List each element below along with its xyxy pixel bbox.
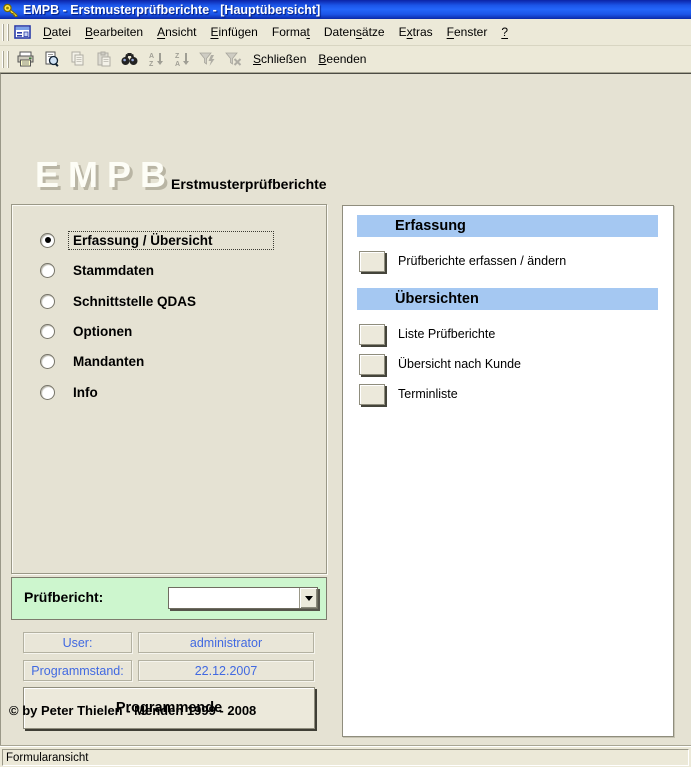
- window-title: EMPB - Erstmusterprüfberichte - [Hauptüb…: [23, 2, 321, 17]
- section-header-erfassung: Erfassung: [357, 215, 658, 237]
- menu-item-format[interactable]: Format: [265, 22, 317, 42]
- action-row-bersicht-nach-kunde: Übersicht nach Kunde: [359, 352, 521, 376]
- quit-button[interactable]: Beenden: [313, 49, 371, 69]
- radio-button[interactable]: [40, 323, 55, 339]
- action-label: Übersicht nach Kunde: [398, 357, 521, 371]
- form-view-icon[interactable]: [14, 24, 32, 40]
- info-label: User:: [23, 632, 132, 653]
- nav-option-stammdaten[interactable]: Stammdaten: [40, 259, 159, 281]
- sort-ascending-icon: A Z: [143, 47, 168, 71]
- pruefbericht-combobox[interactable]: [168, 587, 318, 609]
- status-text: Formularansicht: [2, 749, 689, 766]
- find-icon[interactable]: [117, 47, 142, 71]
- toolbar-grip-handle[interactable]: [2, 50, 9, 68]
- info-row-programmstand: Programmstand: 22.12.2007: [1, 660, 337, 681]
- main-form: EMPB Erstmusterprüfberichte Erfassung / …: [0, 73, 691, 746]
- action-row-liste-pr-fberichte: Liste Prüfberichte: [359, 322, 495, 346]
- action-button-pr-fberichte-erfassen-ndern[interactable]: [359, 250, 385, 272]
- menu-item-ansicht[interactable]: Ansicht: [150, 22, 203, 42]
- action-row-pr-fberichte-erfassen-ndern: Prüfberichte erfassen / ändern: [359, 249, 566, 273]
- svg-text:Z: Z: [149, 61, 154, 67]
- actions-panel: Erfassung Prüfberichte erfassen / ändern Ü…: [342, 205, 674, 737]
- svg-text:Z: Z: [175, 53, 180, 60]
- nav-option-erfassung-bersicht[interactable]: Erfassung / Übersicht: [40, 229, 274, 251]
- nav-option-label[interactable]: Mandanten: [68, 352, 149, 371]
- menu-item-fenster[interactable]: Fenster: [440, 22, 495, 42]
- print-preview-icon[interactable]: [39, 47, 64, 71]
- info-value: administrator: [138, 632, 314, 653]
- svg-text:A: A: [175, 61, 180, 67]
- radio-button[interactable]: [40, 232, 55, 248]
- key-icon: [3, 3, 19, 17]
- menu-item-help[interactable]: ?: [494, 22, 515, 42]
- action-button-liste-pr-fberichte[interactable]: [359, 323, 385, 345]
- nav-option-label[interactable]: Erfassung / Übersicht: [68, 230, 274, 250]
- action-button-terminliste[interactable]: [359, 383, 385, 405]
- nav-option-label[interactable]: Schnittstelle QDAS: [68, 292, 201, 311]
- pruefbericht-label: Prüfbericht:: [24, 589, 104, 605]
- navigation-panel: Erfassung / Übersicht Stammdaten Schnittst…: [11, 204, 327, 574]
- remove-filter-icon: [221, 47, 246, 71]
- nav-option-label[interactable]: Stammdaten: [68, 261, 159, 280]
- radio-button[interactable]: [40, 384, 55, 400]
- info-row-user: User: administrator: [1, 632, 337, 653]
- pruefbericht-combo-value[interactable]: [169, 588, 299, 608]
- close-button[interactable]: Schließen: [248, 49, 311, 69]
- nav-option-info[interactable]: Info: [40, 381, 103, 403]
- copy-icon: [65, 47, 90, 71]
- app-subtitle: Erstmusterprüfberichte: [171, 176, 327, 192]
- sort-descending-icon: Z A: [169, 47, 194, 71]
- nav-option-mandanten[interactable]: Mandanten: [40, 350, 149, 372]
- title-bar: EMPB - Erstmusterprüfberichte - [Hauptüb…: [0, 0, 691, 19]
- action-button-bersicht-nach-kunde[interactable]: [359, 353, 385, 375]
- menu-item-datens-tze[interactable]: Datensätze: [317, 22, 392, 42]
- menu-bar: Datei Bearbeiten Ansicht Einfügen Format Date…: [0, 19, 691, 46]
- status-bar: Formularansicht: [0, 746, 691, 767]
- combo-dropdown-button[interactable]: [299, 588, 317, 608]
- print-icon[interactable]: [13, 47, 38, 71]
- menu-item-einf-gen[interactable]: Einfügen: [203, 22, 264, 42]
- info-label: Programmstand:: [23, 660, 132, 681]
- radio-button[interactable]: [40, 293, 55, 309]
- filter-by-selection-icon: [195, 47, 220, 71]
- section-header-bersichten: Übersichten: [357, 288, 658, 310]
- radio-button[interactable]: [40, 262, 55, 278]
- paste-icon: [91, 47, 116, 71]
- action-label: Prüfberichte erfassen / ändern: [398, 254, 567, 268]
- nav-option-optionen[interactable]: Optionen: [40, 320, 137, 342]
- menu-item-extras[interactable]: Extras: [392, 22, 440, 42]
- pruefbericht-panel: Prüfbericht:: [11, 577, 327, 620]
- nav-option-label[interactable]: Optionen: [68, 322, 137, 341]
- info-value: 22.12.2007: [138, 660, 314, 681]
- action-label: Liste Prüfberichte: [398, 327, 496, 341]
- menubar-grip-handle[interactable]: [2, 23, 9, 41]
- toolbar: A Z Z A Schließen Beenden: [0, 46, 691, 73]
- nav-option-label[interactable]: Info: [68, 383, 103, 402]
- copyright-text: © by Peter Thielen - Menden 1999 - 2008: [9, 703, 257, 718]
- radio-button[interactable]: [40, 353, 55, 369]
- action-label: Terminliste: [398, 387, 458, 401]
- nav-option-schnittstelle-qdas[interactable]: Schnittstelle QDAS: [40, 290, 201, 312]
- menu-item-bearbeiten[interactable]: Bearbeiten: [78, 22, 150, 42]
- svg-text:A: A: [149, 53, 154, 60]
- app-logo: EMPB: [35, 154, 176, 195]
- action-row-terminliste: Terminliste: [359, 382, 458, 406]
- chevron-down-icon: [304, 595, 313, 601]
- menu-item-datei[interactable]: Datei: [36, 22, 78, 42]
